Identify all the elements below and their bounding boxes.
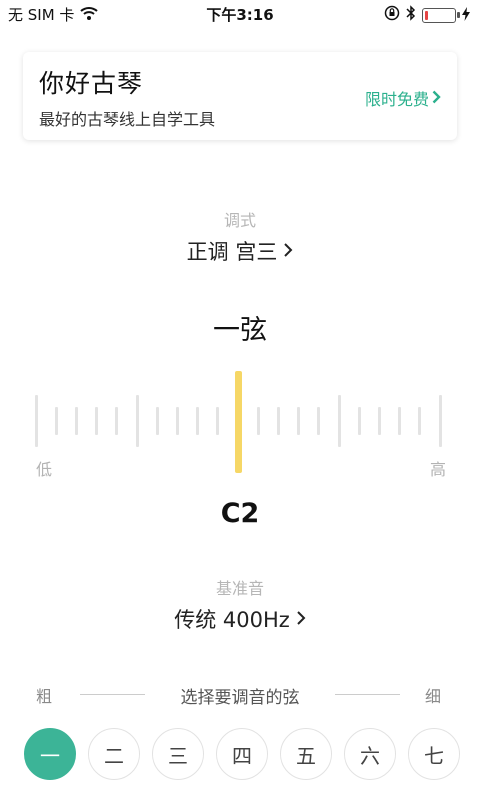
rotation-lock-icon bbox=[384, 5, 400, 25]
reference-value: 传统 400Hz bbox=[174, 608, 290, 632]
meter-tick bbox=[216, 407, 220, 435]
meter-tick bbox=[115, 407, 119, 435]
string-button-5[interactable]: 五 bbox=[280, 728, 332, 780]
meter-tick bbox=[438, 395, 442, 447]
string-buttons: 一二三四五六七 bbox=[23, 728, 460, 782]
free-offer-label: 限时免费 bbox=[364, 90, 429, 109]
string-button-6[interactable]: 六 bbox=[344, 728, 396, 780]
promo-card[interactable]: 你好古琴 最好的古琴线上自学工具 限时免费 bbox=[23, 52, 457, 140]
detected-note: C2 bbox=[220, 498, 260, 529]
status-right bbox=[384, 5, 470, 25]
divider-line-right bbox=[335, 694, 400, 695]
reference-selector[interactable]: 传统 400Hz bbox=[0, 604, 480, 634]
meter-tick bbox=[398, 407, 402, 435]
meter-tick bbox=[54, 407, 58, 435]
chevron-right-icon bbox=[432, 89, 441, 108]
mode-label: 调式 bbox=[223, 211, 256, 230]
status-bar: 无 SIM 卡 下午3:16 bbox=[0, 0, 480, 28]
thin-label: 细 bbox=[425, 687, 442, 706]
chevron-right-icon bbox=[296, 607, 306, 631]
string-button-1[interactable]: 一 bbox=[24, 728, 76, 780]
meter-tick bbox=[74, 407, 78, 435]
meter-tick bbox=[377, 407, 381, 435]
mode-selector[interactable]: 正调 宫三 bbox=[0, 236, 480, 266]
charging-icon bbox=[462, 6, 470, 25]
meter-tick bbox=[155, 407, 159, 435]
string-button-2[interactable]: 二 bbox=[88, 728, 140, 780]
meter-tick bbox=[95, 407, 99, 435]
string-selector-header: 粗 选择要调音的弦 细 bbox=[0, 683, 480, 708]
promo-title: 你好古琴 bbox=[39, 69, 144, 98]
meter-tick bbox=[196, 407, 200, 435]
meter-low-label: 低 bbox=[36, 460, 53, 479]
meter-tick bbox=[418, 407, 422, 435]
tuning-meter bbox=[25, 365, 455, 480]
string-selector-title: 选择要调音的弦 bbox=[180, 688, 300, 708]
meter-tick bbox=[135, 395, 139, 447]
promo-subtitle: 最好的古琴线上自学工具 bbox=[39, 110, 216, 129]
battery-level bbox=[425, 10, 428, 20]
string-button-7[interactable]: 七 bbox=[408, 728, 460, 780]
meter-tick bbox=[34, 395, 38, 447]
bluetooth-icon bbox=[406, 5, 416, 25]
meter-tick bbox=[175, 407, 179, 435]
free-offer-link[interactable]: 限时免费 bbox=[365, 86, 441, 110]
string-button-4[interactable]: 四 bbox=[216, 728, 268, 780]
mode-value: 正调 宫三 bbox=[186, 240, 278, 264]
meter-tick bbox=[256, 407, 260, 435]
meter-tick bbox=[276, 407, 280, 435]
chevron-right-icon bbox=[283, 239, 293, 263]
meter-tick bbox=[317, 407, 321, 435]
string-button-3[interactable]: 三 bbox=[152, 728, 204, 780]
meter-tick bbox=[357, 407, 361, 435]
tuning-needle bbox=[234, 371, 242, 473]
meter-tick bbox=[337, 395, 341, 447]
reference-label: 基准音 bbox=[215, 579, 264, 598]
current-string-name: 一弦 bbox=[213, 315, 267, 346]
meter-high-label: 高 bbox=[430, 460, 447, 479]
battery-icon bbox=[422, 7, 460, 23]
meter-tick bbox=[297, 407, 301, 435]
